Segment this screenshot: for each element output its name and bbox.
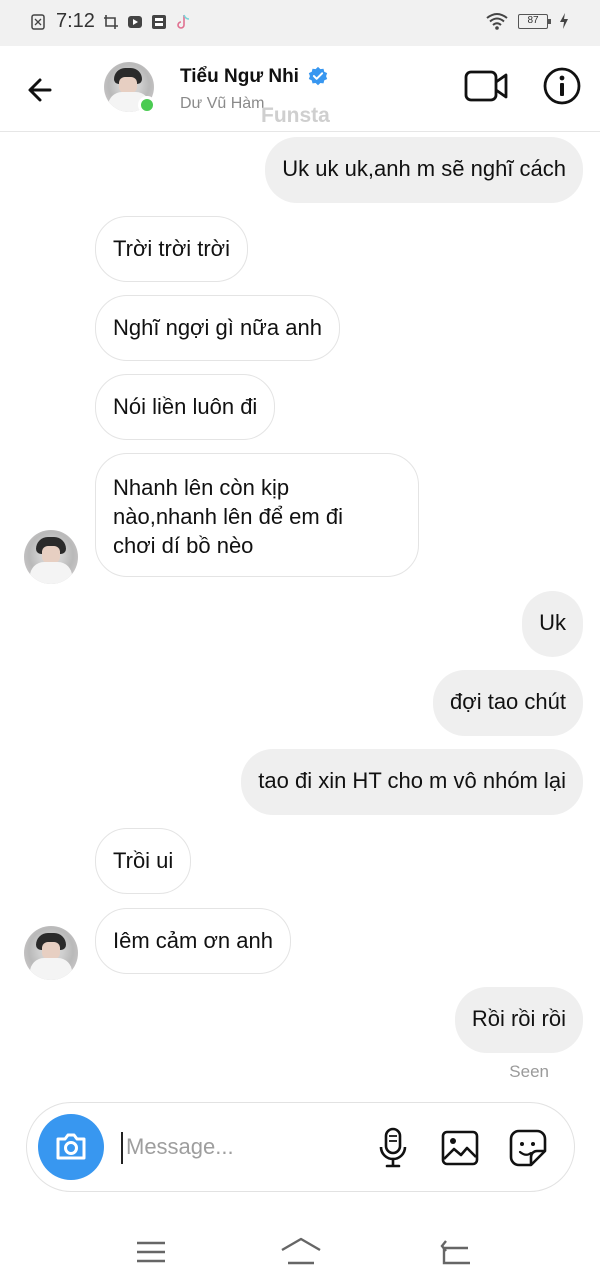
contact-username: Dư Vũ Hàm: [180, 95, 265, 112]
gallery-icon[interactable]: [441, 1129, 479, 1167]
message-bubble-outgoing[interactable]: Uk: [522, 591, 583, 657]
video-call-icon[interactable]: [464, 68, 508, 104]
camera-button[interactable]: [38, 1114, 104, 1180]
battery-icon: 87: [518, 13, 551, 29]
message-line: chơi dí bồ nèo: [113, 533, 254, 558]
screenshot-icon: [103, 14, 118, 29]
message-text: Rồi rồi rồi: [471, 1006, 566, 1031]
battery-level: 87: [527, 14, 539, 26]
message-bubble-incoming[interactable]: Nhanh lên còn kịp nào,nhanh lên để em đi…: [95, 453, 419, 577]
chat-header: Tiểu Ngư Nhi Dư Vũ Hàm Funsta: [0, 46, 600, 132]
contact-avatar[interactable]: [104, 62, 158, 116]
message-bubble-incoming[interactable]: Nghĩ ngợi gì nữa anh: [95, 295, 340, 361]
status-bar: 7:12 87: [0, 0, 600, 46]
contact-name[interactable]: Tiểu Ngư Nhi: [180, 66, 329, 88]
sticker-icon[interactable]: [509, 1129, 547, 1167]
contact-name-text: Tiểu Ngư Nhi: [180, 66, 299, 87]
message-bubble-outgoing[interactable]: Rồi rồi rồi: [454, 987, 583, 1053]
message-text: Nghĩ ngợi gì nữa anh: [113, 315, 322, 340]
app-icon: [151, 14, 166, 29]
camera-icon: [56, 1133, 86, 1160]
nav-back-icon[interactable]: [440, 1238, 474, 1266]
message-composer: [26, 1102, 575, 1192]
text-caret: [121, 1132, 123, 1164]
nav-menu-icon[interactable]: [136, 1240, 166, 1264]
sender-avatar[interactable]: [24, 530, 78, 584]
status-left: 7:12: [30, 10, 191, 33]
watermark: Funsta: [261, 104, 330, 127]
nav-home-icon[interactable]: [280, 1236, 322, 1266]
message-line: Nhanh lên còn kịp: [113, 475, 290, 500]
message-bubble-incoming[interactable]: Trồi ui: [95, 828, 192, 894]
back-arrow-icon[interactable]: [22, 70, 62, 110]
message-text: Nói liền luôn đi: [113, 394, 258, 419]
sender-avatar[interactable]: [24, 926, 78, 980]
message-input[interactable]: [126, 1129, 366, 1165]
info-icon[interactable]: [542, 66, 582, 106]
sim-icon: [31, 13, 45, 30]
message-bubble-incoming[interactable]: Iêm cảm ơn anh: [95, 908, 291, 974]
message-bubble-incoming[interactable]: Trời trời trời: [95, 216, 248, 282]
message-bubble-incoming[interactable]: Nói liền luôn đi: [95, 374, 276, 440]
message-bubble-outgoing[interactable]: tao đi xin HT cho m vô nhóm lại: [241, 749, 583, 815]
verified-badge-icon: [308, 66, 328, 86]
youtube-icon: [127, 15, 142, 28]
clock: 7:12: [56, 10, 95, 32]
message-text: tao đi xin HT cho m vô nhóm lại: [258, 768, 566, 793]
message-text: Iêm cảm ơn anh: [113, 928, 273, 953]
message-line: nào,nhanh lên để em đi: [113, 504, 343, 529]
seen-indicator: Seen: [509, 1062, 549, 1081]
tiktok-icon: [177, 14, 189, 29]
charging-icon: [560, 13, 568, 29]
online-status-dot: [138, 96, 156, 114]
message-text: Trời trời trời: [113, 236, 230, 261]
status-right: 87: [486, 12, 570, 30]
message-text: đợi tao chút: [450, 689, 566, 714]
message-text: Uk: [539, 610, 566, 635]
message-bubble-outgoing[interactable]: Uk uk uk,anh m sẽ nghĩ cách: [265, 137, 583, 203]
message-text: Trồi ui: [113, 848, 174, 873]
message-bubble-outgoing[interactable]: đợi tao chút: [433, 670, 583, 736]
wifi-icon: [486, 13, 508, 30]
message-text: Uk uk uk,anh m sẽ nghĩ cách: [282, 156, 566, 181]
microphone-icon[interactable]: [377, 1127, 409, 1169]
